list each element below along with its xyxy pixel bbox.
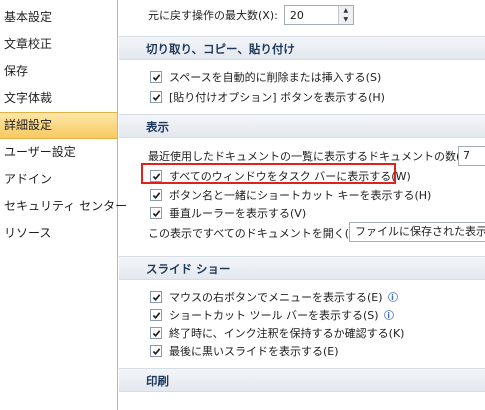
sidebar-item-proofing[interactable]: 文章校正: [0, 31, 117, 58]
option-end-black-slide[interactable]: 最後に黒いスライドを表示する(E): [150, 343, 339, 359]
info-icon[interactable]: i: [383, 310, 394, 320]
undo-max-value[interactable]: 20: [285, 9, 338, 22]
checkbox[interactable]: [150, 327, 162, 339]
option-label: マウスの右ボタンでメニューを表示する(E): [169, 291, 383, 304]
option-label: 最後に黒いスライドを表示する(E): [169, 345, 339, 358]
check-icon: [152, 93, 160, 101]
open-docs-view-select[interactable]: ファイルに保存された表示: [349, 222, 485, 242]
option-label: ショートカット ツール バーを表示する(S): [169, 309, 379, 322]
checkbox[interactable]: [150, 71, 162, 83]
option-smart-spacing[interactable]: スペースを自動的に削除または挿入する(S): [150, 69, 381, 85]
recent-docs-count-input[interactable]: 7: [458, 146, 485, 166]
open-docs-view-label: この表示ですべてのドキュメントを開く(O):: [148, 227, 366, 240]
check-icon: [152, 172, 160, 180]
sidebar-item-typography[interactable]: 文字体裁: [0, 85, 117, 112]
stepper-buttons: ▲ ▼: [337, 6, 353, 24]
option-right-click-menu[interactable]: マウスの右ボタンでメニューを表示する(E) i: [150, 289, 398, 305]
info-icon[interactable]: i: [387, 292, 398, 302]
option-vertical-ruler[interactable]: 垂直ルーラーを表示する(V): [150, 205, 306, 221]
checkbox[interactable]: [150, 291, 162, 303]
options-panel: 元に戻す操作の最大数(X): 20 ▲ ▼ 切り取り、コピー、貼り付け スペース…: [119, 0, 485, 410]
section-cut-copy-paste: 切り取り、コピー、貼り付け: [119, 36, 485, 60]
checkbox[interactable]: [150, 309, 162, 321]
checkbox[interactable]: [150, 189, 162, 201]
check-icon: [152, 293, 160, 301]
undo-row: 元に戻す操作の最大数(X): 20 ▲ ▼: [148, 5, 354, 25]
option-show-shortcut-keys[interactable]: ボタン名と一緒にショートカット キーを表示する(H): [150, 187, 431, 203]
option-label: ボタン名と一緒にショートカット キーを表示する(H): [169, 189, 432, 202]
option-label: すべてのウィンドウをタスク バーに表示する(W): [169, 170, 411, 183]
section-display: 表示: [119, 114, 485, 138]
section-print: 印刷: [119, 368, 485, 392]
check-icon: [152, 347, 160, 355]
recent-docs-label: 最近使用したドキュメントの一覧に表示するドキュメントの数(R):: [148, 150, 476, 163]
option-show-all-windows-taskbar[interactable]: すべてのウィンドウをタスク バーに表示する(W): [150, 168, 411, 184]
option-label: 垂直ルーラーを表示する(V): [169, 207, 307, 220]
undo-max-stepper[interactable]: 20 ▲ ▼: [283, 5, 354, 25]
checkbox[interactable]: [150, 207, 162, 219]
sidebar-item-resources[interactable]: リソース: [0, 220, 117, 247]
option-shortcut-toolbar[interactable]: ショートカット ツール バーを表示する(S) i: [150, 307, 394, 323]
check-icon: [152, 329, 160, 337]
checkbox[interactable]: [150, 91, 162, 103]
option-label: スペースを自動的に削除または挿入する(S): [169, 71, 382, 84]
sidebar-item-basic[interactable]: 基本設定: [0, 4, 117, 31]
option-keep-ink-annotations[interactable]: 終了時に、インク注釈を保持するか確認する(K): [150, 325, 404, 341]
stepper-down-icon[interactable]: ▼: [338, 15, 353, 24]
sidebar-item-trust-center[interactable]: セキュリティ センター: [0, 193, 127, 220]
section-slideshow: スライド ショー: [119, 256, 485, 280]
sidebar-item-customize[interactable]: ユーザー設定: [0, 139, 117, 166]
checkbox[interactable]: [150, 170, 162, 182]
check-icon: [152, 73, 160, 81]
option-paste-options-button[interactable]: [貼り付けオプション] ボタンを表示する(H): [150, 89, 385, 105]
option-label: [貼り付けオプション] ボタンを表示する(H): [169, 91, 385, 104]
stepper-up-icon[interactable]: ▲: [338, 6, 353, 15]
option-label: 終了時に、インク注釈を保持するか確認する(K): [169, 327, 405, 340]
check-icon: [152, 311, 160, 319]
undo-label: 元に戻す操作の最大数(X):: [148, 9, 278, 22]
sidebar-item-advanced[interactable]: 詳細設定: [0, 112, 117, 139]
check-icon: [152, 209, 160, 217]
check-icon: [152, 191, 160, 199]
sidebar-item-addins[interactable]: アドイン: [0, 166, 117, 193]
checkbox[interactable]: [150, 345, 162, 357]
sidebar-item-save[interactable]: 保存: [0, 58, 117, 85]
options-sidebar: 基本設定 文章校正 保存 文字体裁 詳細設定 ユーザー設定 アドイン セキュリテ…: [0, 0, 127, 410]
